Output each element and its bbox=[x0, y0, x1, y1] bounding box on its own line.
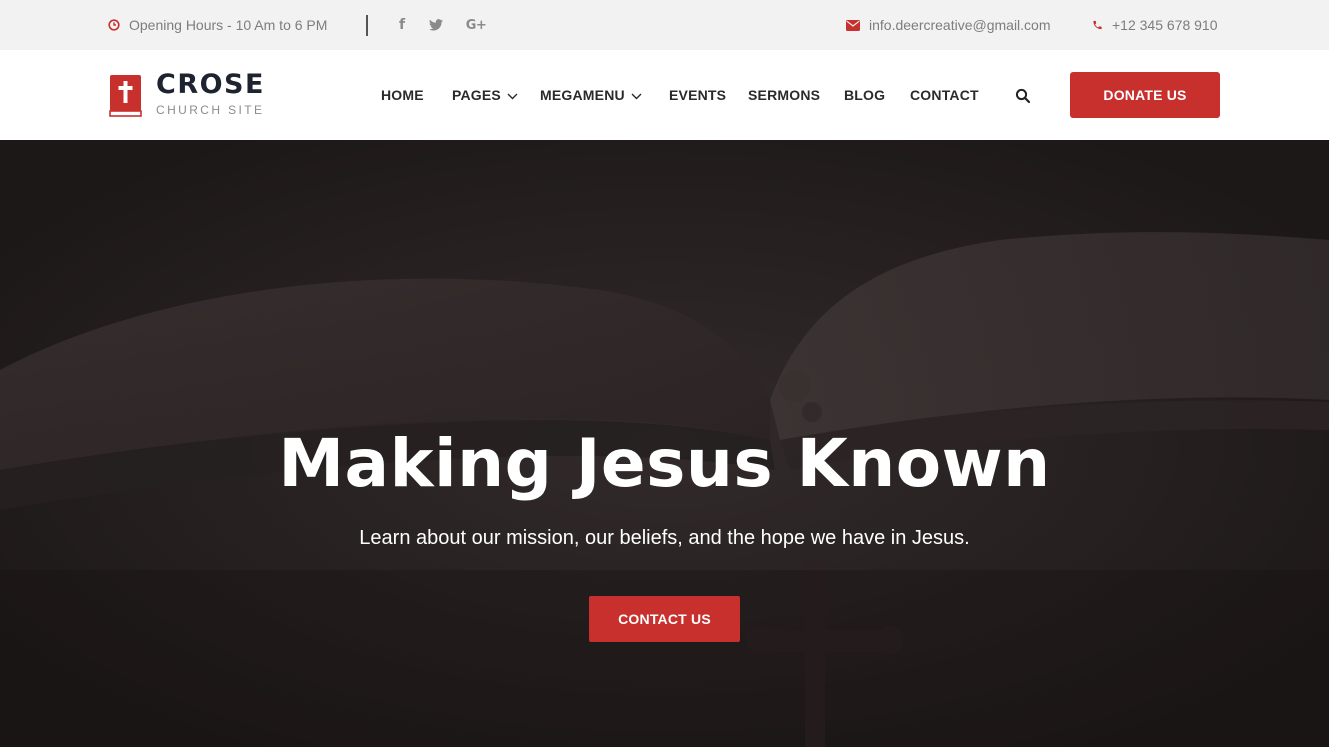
email-contact[interactable]: info.deercreative@gmail.com bbox=[846, 0, 1051, 50]
nav-item-megamenu[interactable]: MEGAMENU bbox=[540, 50, 642, 140]
chevron-down-icon bbox=[631, 87, 642, 103]
bible-cross-icon bbox=[109, 74, 142, 117]
nav-item-events[interactable]: EVENTS bbox=[669, 50, 726, 140]
nav-label: MEGAMENU bbox=[540, 87, 625, 103]
donate-button[interactable]: DONATE US bbox=[1070, 72, 1220, 118]
contact-us-button[interactable]: CONTACT US bbox=[589, 596, 740, 642]
nav-label: HOME bbox=[381, 87, 424, 103]
nav-item-sermons[interactable]: SERMONS bbox=[748, 50, 820, 140]
opening-hours-text: Opening Hours - 10 Am to 6 PM bbox=[129, 17, 328, 33]
nav-item-blog[interactable]: BLOG bbox=[844, 50, 885, 140]
hero-section: Making Jesus Known Learn about our missi… bbox=[0, 140, 1329, 747]
nav-item-home[interactable]: HOME bbox=[381, 50, 424, 140]
phone-icon bbox=[1092, 19, 1103, 31]
nav-item-contact[interactable]: CONTACT bbox=[910, 50, 979, 140]
twitter-icon[interactable] bbox=[428, 0, 444, 50]
chevron-down-icon bbox=[507, 87, 518, 103]
email-text: info.deercreative@gmail.com bbox=[869, 17, 1051, 33]
phone-text: +12 345 678 910 bbox=[1112, 17, 1218, 33]
main-header: CROSE CHURCH SITE HOME PAGES MEGAMENU EV… bbox=[0, 50, 1329, 140]
nav-item-pages[interactable]: PAGES bbox=[452, 50, 518, 140]
clock-icon bbox=[108, 19, 120, 31]
nav-label: PAGES bbox=[452, 87, 501, 103]
search-icon[interactable] bbox=[1015, 88, 1031, 104]
logo-text: CROSE CHURCH SITE bbox=[156, 69, 265, 117]
topbar-divider bbox=[366, 15, 368, 36]
google-plus-icon[interactable]: G+ bbox=[465, 0, 487, 50]
phone-contact[interactable]: +12 345 678 910 bbox=[1092, 0, 1218, 50]
nav-label: SERMONS bbox=[748, 87, 821, 103]
facebook-icon[interactable]: f bbox=[396, 0, 408, 50]
hero-title: Making Jesus Known bbox=[278, 425, 1051, 502]
nav-label: CONTACT bbox=[910, 87, 979, 103]
top-bar: Opening Hours - 10 Am to 6 PM f G+ info.… bbox=[0, 0, 1329, 50]
opening-hours: Opening Hours - 10 Am to 6 PM bbox=[108, 0, 327, 50]
hero-subtitle: Learn about our mission, our beliefs, an… bbox=[359, 527, 970, 549]
envelope-icon bbox=[846, 19, 860, 31]
brand-subtitle: CHURCH SITE bbox=[156, 103, 265, 117]
nav-label: EVENTS bbox=[669, 87, 727, 103]
brand-title: CROSE bbox=[156, 69, 265, 100]
nav-label: BLOG bbox=[844, 87, 886, 103]
site-logo[interactable]: CROSE CHURCH SITE bbox=[109, 69, 265, 117]
